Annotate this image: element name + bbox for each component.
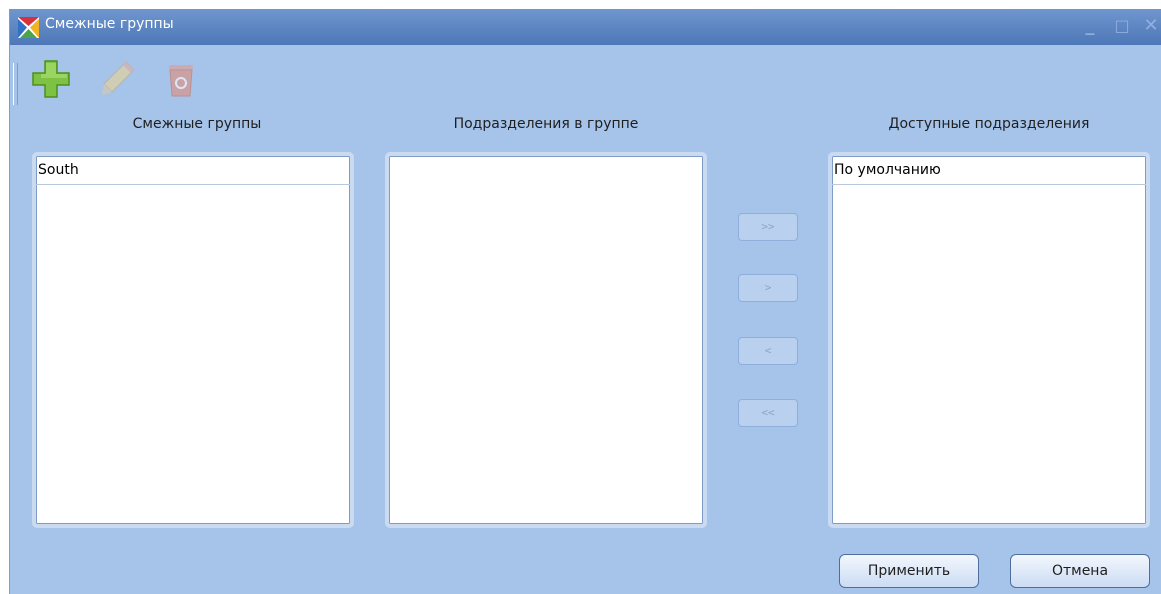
groups-list[interactable]: South <box>32 152 354 528</box>
add-icon[interactable] <box>31 59 71 99</box>
edit-pencil-icon[interactable] <box>98 59 138 99</box>
remove-all-button[interactable]: << <box>738 399 798 427</box>
window-title: Смежные группы <box>45 16 174 32</box>
maximize-button[interactable]: □ <box>1113 14 1131 38</box>
list-item[interactable]: По умолчанию <box>832 156 1146 185</box>
minimize-button[interactable]: _ <box>1081 14 1099 38</box>
add-one-button[interactable]: > <box>738 274 798 302</box>
in-group-list[interactable] <box>385 152 707 528</box>
cancel-button[interactable]: Отмена <box>1010 554 1150 588</box>
available-column-label: Доступные подразделения <box>888 116 1090 132</box>
title-bar[interactable]: Смежные группы _ □ ✕ <box>10 9 1161 45</box>
app-logo-icon <box>18 17 39 38</box>
toolbar-grip[interactable] <box>13 63 18 105</box>
in-group-column-label: Подразделения в группе <box>453 116 639 132</box>
recycle-bin-icon[interactable] <box>161 59 201 99</box>
groups-column-label: Смежные группы <box>132 116 262 132</box>
remove-one-button[interactable]: < <box>738 337 798 365</box>
list-item[interactable]: South <box>36 156 350 185</box>
adjacent-groups-window: Смежные группы _ □ ✕ Смежные группы Подр… <box>9 9 1161 594</box>
available-list[interactable]: По умолчанию <box>828 152 1150 528</box>
apply-button[interactable]: Применить <box>839 554 979 588</box>
close-button[interactable]: ✕ <box>1142 14 1160 38</box>
toolbar <box>10 45 1161 105</box>
add-all-button[interactable]: >> <box>738 213 798 241</box>
